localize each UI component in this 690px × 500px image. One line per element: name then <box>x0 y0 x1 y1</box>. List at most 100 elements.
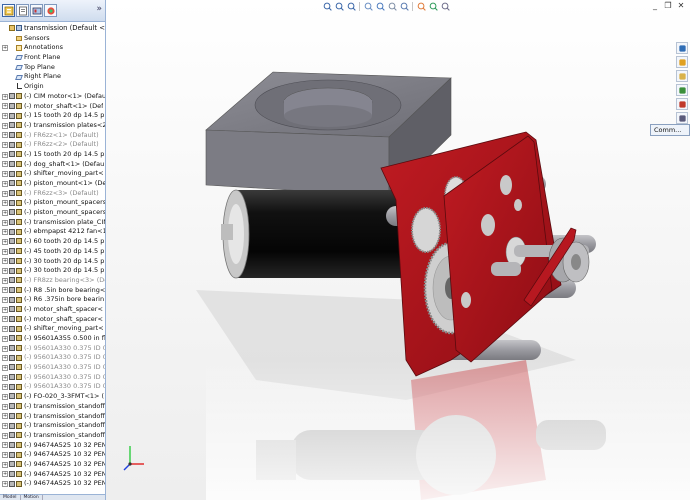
expand-icon[interactable]: + <box>2 306 8 313</box>
section-view-icon[interactable] <box>363 1 373 11</box>
tree-item[interactable]: + (-) transmission_standoff <box>0 402 105 412</box>
minimize-button[interactable]: _ <box>650 1 660 10</box>
tree-item[interactable]: + (-) transmission_standoff <box>0 421 105 431</box>
tree-item[interactable]: + (-) 94674A525 10 32 PEN <box>0 460 105 470</box>
tree-item[interactable]: + (-) 30 tooth 20 dp 14.5 p <box>0 266 105 276</box>
expand-icon[interactable]: + <box>2 432 8 439</box>
cim-motor[interactable] <box>221 189 406 279</box>
tree-item[interactable]: + (-) 94674A525 10 32 PEN <box>0 450 105 460</box>
expand-icon[interactable]: + <box>2 326 8 333</box>
panel-overflow-button[interactable]: » <box>96 4 102 14</box>
tree-item[interactable]: + (-) 94674A525 10 32 PEN <box>0 441 105 451</box>
expand-icon[interactable]: + <box>2 103 8 110</box>
expand-icon[interactable]: + <box>2 151 8 158</box>
tree-item[interactable]: + (-) piston_mount_spacers <box>0 208 105 218</box>
expand-icon[interactable]: + <box>2 45 8 52</box>
tree-item[interactable]: + (-) 15 tooth 20 dp 14.5 p <box>0 111 105 121</box>
tree-item[interactable]: + (-) FR8zz bearing<3> (Defa <box>0 276 105 286</box>
tree-item[interactable]: + (-) motor_shaft_spacer< <box>0 305 105 315</box>
tree-item[interactable]: + (-) 95601A330 0.375 ID 0.5 <box>0 373 105 383</box>
tree-item[interactable]: + (-) 60 tooth 20 dp 14.5 p <box>0 237 105 247</box>
tree-item[interactable]: + Annotations <box>0 43 105 53</box>
expand-icon[interactable]: + <box>2 461 8 468</box>
expand-icon[interactable]: + <box>2 180 8 187</box>
tree-item[interactable]: + (-) 94674A525 10 32 PEN <box>0 479 105 489</box>
tree-item[interactable]: + (-) FR6zz<2> (Default) <box>0 140 105 150</box>
design-library-icon[interactable] <box>676 56 688 68</box>
transmission-3d-model[interactable] <box>106 0 690 500</box>
zoom-area-icon[interactable] <box>334 1 344 11</box>
tree-item[interactable]: + (-) CIM motor<1> (Default <box>0 92 105 102</box>
tree-item[interactable]: + (-) 95601A330 0.375 ID 0.5 <box>0 344 105 354</box>
tree-item[interactable]: Right Plane <box>0 72 105 82</box>
expand-icon[interactable]: + <box>2 442 8 449</box>
expand-icon[interactable]: + <box>2 384 8 391</box>
display-style-icon[interactable] <box>387 1 397 11</box>
tree-item[interactable]: transmission (Default <Displa <box>0 24 105 34</box>
tree-item[interactable]: + (-) 95601A355 0.500 in fl <box>0 334 105 344</box>
tree-item[interactable]: + (-) FR6zz<3> (Default) <box>0 189 105 199</box>
tree-item[interactable]: + (-) transmission_standoff <box>0 412 105 422</box>
expand-icon[interactable]: + <box>2 93 8 100</box>
tree-item[interactable]: + (-) FO-020_3-3FMT<1> ( <box>0 392 105 402</box>
expand-icon[interactable]: + <box>2 229 8 236</box>
tree-item[interactable]: + (-) transmission plate_CIM <box>0 218 105 228</box>
tree-item[interactable]: + (-) R6 .375in bore bearin <box>0 295 105 305</box>
tree-item[interactable]: + (-) transmission plates<2 <box>0 121 105 131</box>
expand-icon[interactable]: + <box>2 297 8 304</box>
expand-icon[interactable]: + <box>2 335 8 342</box>
custom-properties-icon[interactable] <box>676 112 688 124</box>
tree-item[interactable]: + (-) shifter_moving_part< <box>0 169 105 179</box>
zoom-to-fit-icon[interactable] <box>322 1 332 11</box>
expand-icon[interactable]: + <box>2 258 8 265</box>
expand-icon[interactable]: + <box>2 209 8 216</box>
tree-item[interactable]: + (-) transmission_standoff <box>0 431 105 441</box>
expand-icon[interactable]: + <box>2 277 8 284</box>
restore-button[interactable]: ❐ <box>663 1 673 10</box>
tree-item[interactable]: + (-) ebmpapst 4212 fan<1 <box>0 227 105 237</box>
expand-icon[interactable]: + <box>2 364 8 371</box>
expand-icon[interactable]: + <box>2 171 8 178</box>
tree-item[interactable]: + (-) shifter_moving_part< <box>0 324 105 334</box>
expand-icon[interactable]: + <box>2 219 8 226</box>
tree-item[interactable]: Sensors <box>0 34 105 44</box>
view-palette-icon[interactable] <box>676 84 688 96</box>
tab-motion[interactable]: Motion <box>21 495 43 500</box>
edit-appearance-icon[interactable] <box>416 1 426 11</box>
piston-spacer[interactable] <box>491 262 521 276</box>
tree-item[interactable]: + (-) piston_mount_spacers <box>0 198 105 208</box>
hide-show-icon[interactable] <box>399 1 409 11</box>
expand-icon[interactable]: + <box>2 471 8 478</box>
tree-item[interactable]: + (-) 30 tooth 20 dp 14.5 p <box>0 257 105 267</box>
view-orientation-icon[interactable] <box>375 1 385 11</box>
resources-icon[interactable] <box>676 42 688 54</box>
tree-item[interactable]: + (-) 95601A330 0.375 ID 0.5 <box>0 382 105 392</box>
property-manager-tab-icon[interactable] <box>16 4 29 17</box>
tab-model[interactable]: Model <box>0 495 21 500</box>
feature-manager-tab-icon[interactable] <box>2 4 15 17</box>
tree-item[interactable]: Top Plane <box>0 63 105 73</box>
tree-item[interactable]: Front Plane <box>0 53 105 63</box>
file-explorer-icon[interactable] <box>676 70 688 82</box>
tree-item[interactable]: + (-) 94674A525 10 32 PEN <box>0 470 105 480</box>
tree-item[interactable]: + (-) motor_shaft<1> (Def <box>0 102 105 112</box>
tree-item[interactable]: + (-) 45 tooth 20 dp 14.5 p <box>0 247 105 257</box>
expand-icon[interactable]: + <box>2 403 8 410</box>
tree-item[interactable]: + (-) 95601A330 0.375 ID 0.5 <box>0 363 105 373</box>
close-button[interactable]: ✕ <box>676 1 686 10</box>
expand-icon[interactable]: + <box>2 374 8 381</box>
tree-item[interactable]: + (-) R8 .5in bore bearing< <box>0 286 105 296</box>
apply-scene-icon[interactable] <box>428 1 438 11</box>
expand-icon[interactable]: + <box>2 161 8 168</box>
tree-item[interactable]: + (-) 15 tooth 20 dp 14.5 p <box>0 150 105 160</box>
expand-icon[interactable]: + <box>2 481 8 488</box>
display-manager-tab-icon[interactable] <box>44 4 57 17</box>
tree-item[interactable]: + (-) piston_mount<1> (De <box>0 179 105 189</box>
expand-icon[interactable]: + <box>2 316 8 323</box>
previous-view-icon[interactable] <box>346 1 356 11</box>
expand-icon[interactable]: + <box>2 393 8 400</box>
expand-icon[interactable]: + <box>2 200 8 207</box>
expand-icon[interactable]: + <box>2 113 8 120</box>
expand-icon[interactable]: + <box>2 413 8 420</box>
appearances-icon[interactable] <box>676 98 688 110</box>
